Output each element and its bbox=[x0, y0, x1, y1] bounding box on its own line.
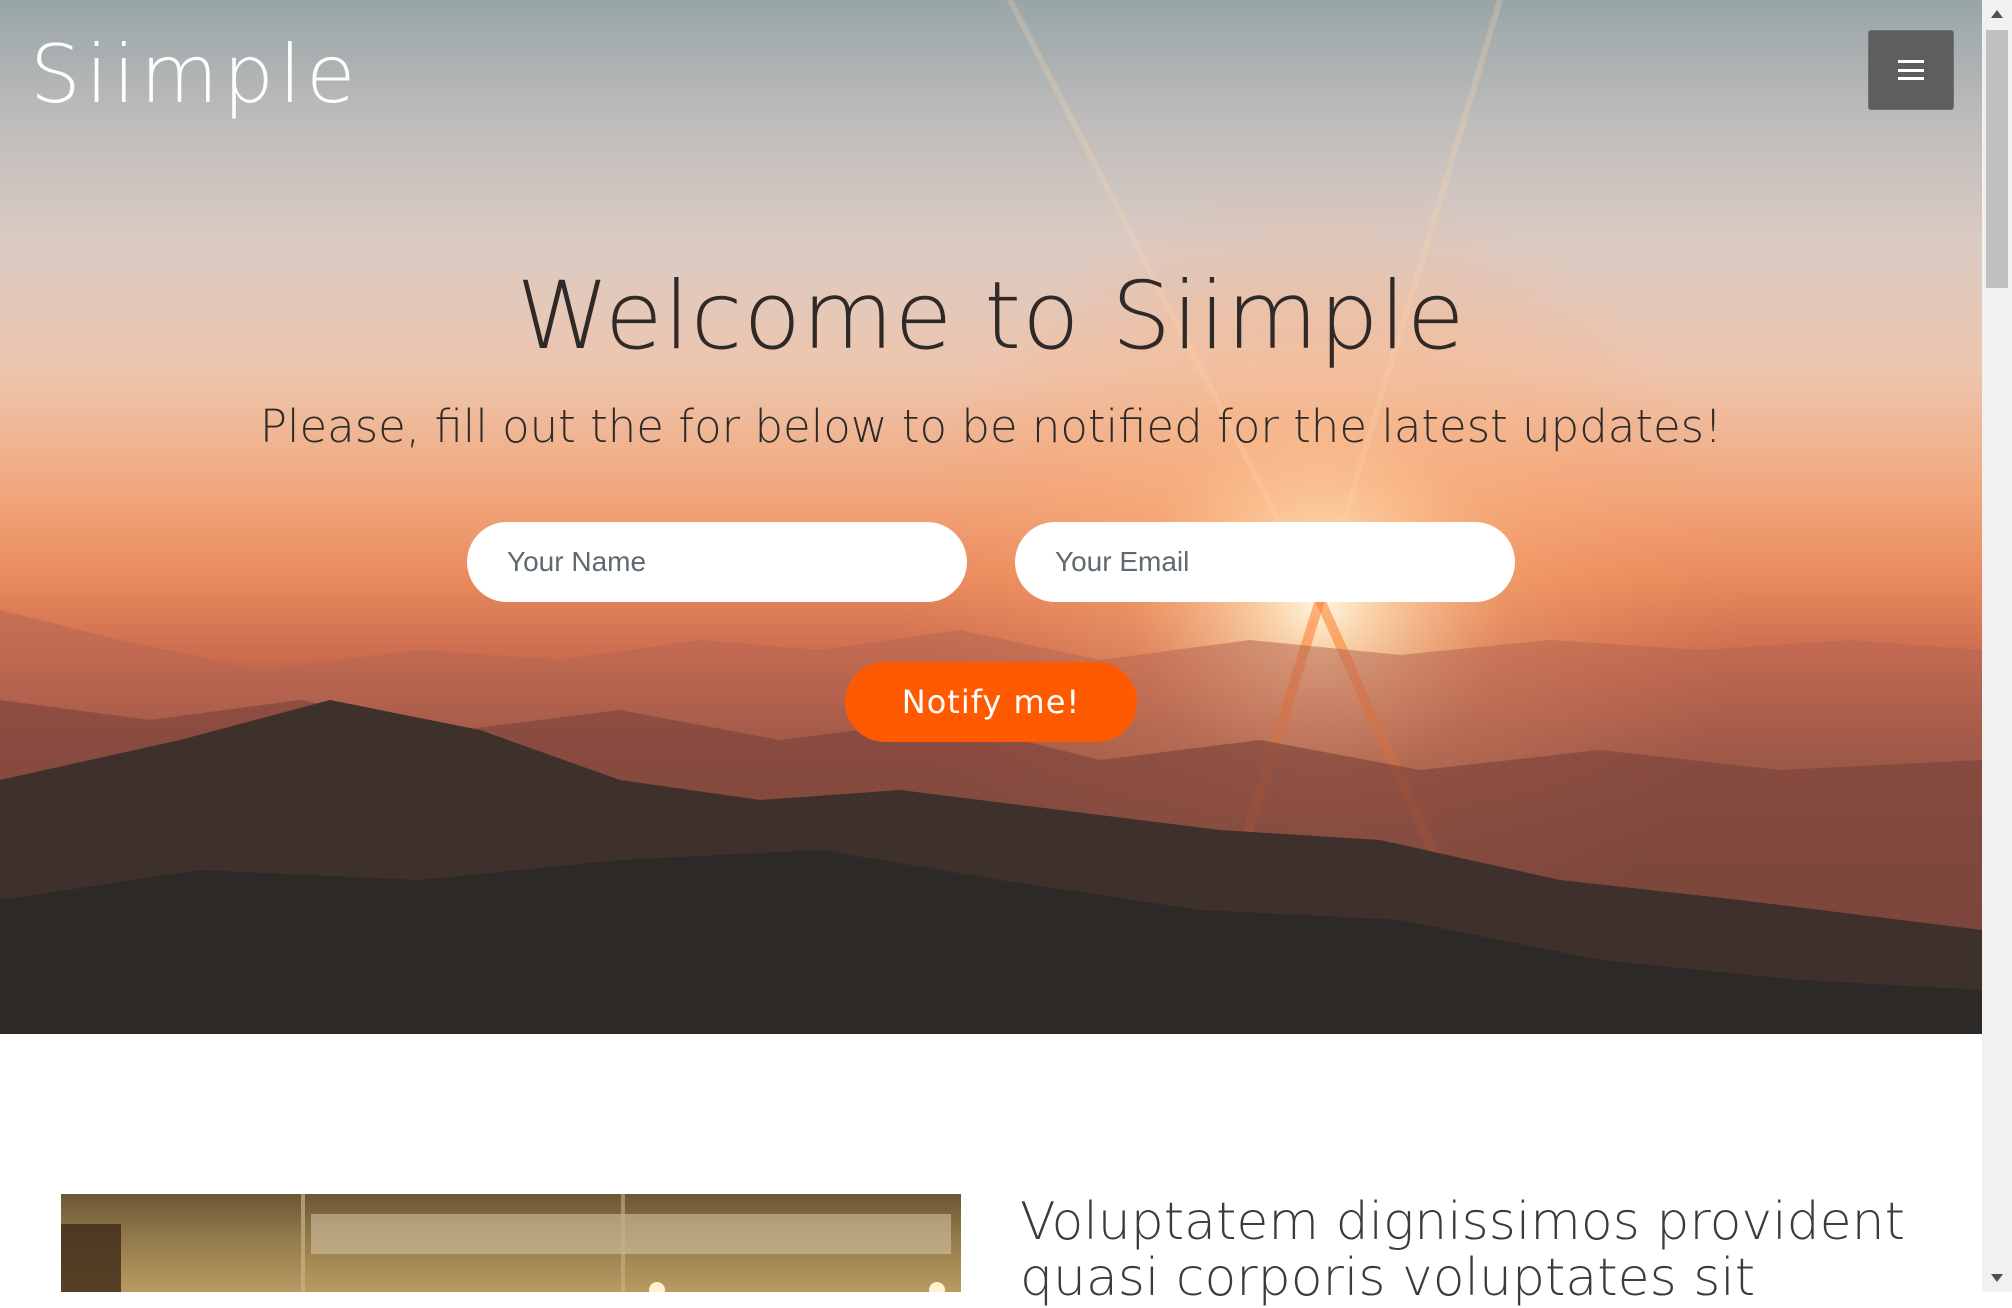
sunset-mountain-background bbox=[0, 0, 1982, 1034]
hero-subtitle: Please, fill out the for below to be not… bbox=[259, 400, 1723, 453]
feature-image bbox=[61, 1194, 961, 1292]
site-logo[interactable]: Siimple bbox=[30, 28, 360, 121]
scroll-down-icon[interactable] bbox=[1991, 1274, 2003, 1282]
email-input[interactable] bbox=[1015, 522, 1515, 602]
hero-section: Siimple Welcome to Siimple Please, fill … bbox=[0, 0, 1982, 1034]
notify-button[interactable]: Notify me! bbox=[845, 662, 1137, 742]
name-input[interactable] bbox=[467, 522, 967, 602]
hero-title: Welcome to Siimple bbox=[516, 262, 1466, 371]
section-heading: Voluptatem dignissimos provident quasi c… bbox=[1020, 1192, 1905, 1308]
vertical-scrollbar[interactable] bbox=[1982, 0, 2012, 1292]
hamburger-icon bbox=[1898, 60, 1924, 80]
scroll-up-icon[interactable] bbox=[1991, 10, 2003, 18]
menu-button[interactable] bbox=[1868, 30, 1954, 110]
scrollbar-thumb[interactable] bbox=[1986, 30, 2008, 288]
